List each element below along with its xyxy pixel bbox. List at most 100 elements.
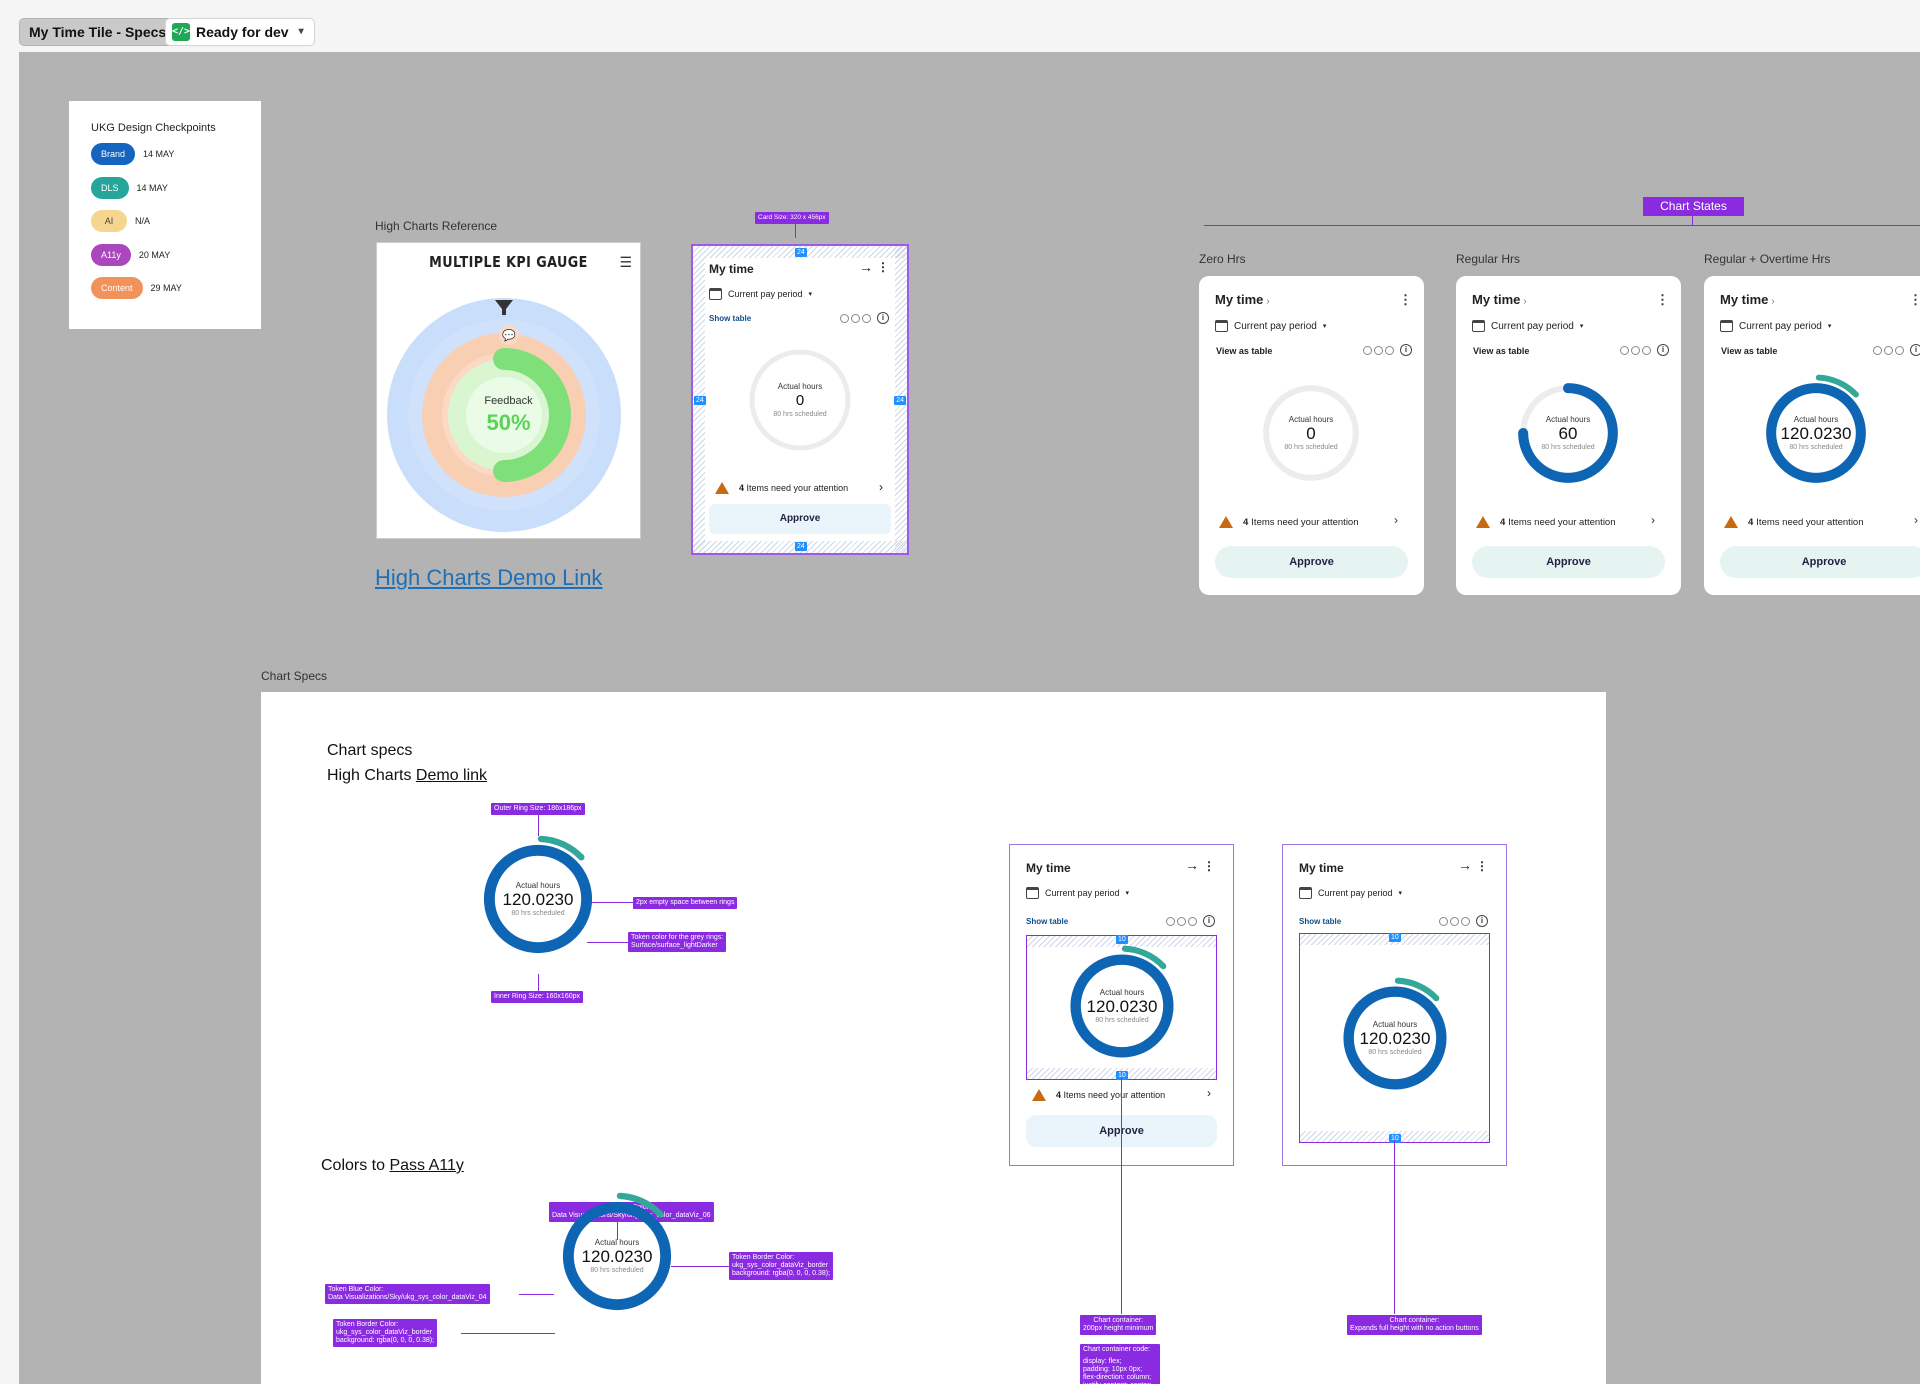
chart-states-line — [1204, 225, 1920, 226]
checkpoint-row: DLS 14 MAY — [91, 176, 261, 199]
dev-status-dropdown[interactable]: </> Ready for dev ▾ — [165, 18, 315, 46]
container-b-tag: Chart container: Expands full height with… — [1347, 1315, 1482, 1335]
outer-connector — [538, 814, 539, 836]
chevron-down-icon: ▾ — [1125, 890, 1130, 897]
arrow-right-icon[interactable]: → — [1458, 857, 1472, 873]
arrow-right-icon[interactable]: → — [1185, 857, 1199, 873]
ring-l2: 120.0230 — [502, 890, 574, 909]
kebab-icon[interactable]: ⋮ — [1476, 859, 1488, 873]
tbl-3: background: rgba(0, 0, 0, 0.38); — [336, 1337, 435, 1344]
checkpoint-date: 20 MAY — [138, 249, 171, 260]
view-as-table-link[interactable]: View as table — [1473, 346, 1529, 356]
chart-specs-panel: Chart specs High Charts Demo link Outer … — [261, 692, 1606, 1384]
tile-a-pay-period[interactable]: Current pay period ▾ — [1026, 887, 1129, 899]
pager-dots: i — [1363, 344, 1412, 356]
chevron-down-icon: ▾ — [1827, 323, 1832, 330]
attention-row[interactable]: 4 Items need your attention — [1219, 516, 1359, 528]
arrow-right-icon[interactable]: → — [859, 259, 873, 275]
view-as-table-link[interactable]: View as table — [1216, 346, 1272, 356]
chart-state-label: Regular Hrs — [1456, 252, 1521, 266]
info-icon[interactable]: i — [1203, 915, 1215, 927]
ring-l3: 80 hrs scheduled — [1541, 444, 1595, 451]
approve-button[interactable]: Approve — [1472, 546, 1665, 578]
calendar-icon — [1299, 887, 1312, 899]
kebab-icon[interactable]: ⋮ — [1909, 292, 1920, 308]
checkpoint-date: N/A — [135, 216, 151, 226]
ring-l3: 80 hrs scheduled — [1789, 444, 1843, 451]
pad-badge-left: 24 — [694, 396, 706, 405]
view-as-table-link[interactable]: View as table — [1721, 346, 1777, 356]
kebab-icon[interactable]: ⋮ — [877, 260, 889, 274]
specs-demo-heading: High Charts Demo link — [327, 767, 487, 785]
container-b-connector — [1394, 1140, 1395, 1314]
chevron-right-icon: › — [1266, 296, 1270, 307]
hc-demo-link[interactable]: High Charts Demo Link — [375, 565, 602, 591]
spec-pay-period[interactable]: Current pay period ▾ — [709, 288, 812, 300]
ring-label: Actual hours 60 80 hrs scheduled — [1509, 374, 1627, 492]
warning-icon — [1724, 516, 1738, 528]
gap-tag: 2px empty space between rings — [633, 897, 738, 909]
specs-demo-link[interactable]: Demo link — [416, 767, 487, 784]
kebab-icon[interactable]: ⋮ — [1399, 292, 1412, 308]
warning-icon — [1219, 516, 1233, 528]
checkpoints-heading: UKG Design Checkpoints — [91, 122, 216, 134]
pass-a11y-link[interactable]: Pass A11y — [389, 1157, 463, 1174]
show-table-link[interactable]: Show table — [709, 314, 751, 323]
tile-b-pay-period[interactable]: Current pay period ▾ — [1299, 887, 1402, 899]
pager-dots: i — [1166, 915, 1215, 927]
info-icon[interactable]: i — [1476, 915, 1488, 927]
tile-a-attention-row[interactable]: 4 Items need your attention — [1032, 1089, 1165, 1101]
kebab-icon[interactable]: ⋮ — [1203, 859, 1215, 873]
pay-period-dropdown[interactable]: Current pay period ▾ — [1215, 320, 1326, 332]
checkpoint-row: Content 29 MAY — [91, 277, 261, 299]
attention-count: 4 — [1500, 516, 1506, 528]
info-icon[interactable]: i — [877, 312, 889, 324]
ring-label: Actual hours 0 80 hrs scheduled — [1252, 374, 1370, 492]
pager-dots: i — [1620, 344, 1669, 356]
c1-2: 200px height minimum — [1083, 1325, 1154, 1332]
code-title: Chart container code: — [1083, 1346, 1150, 1353]
warning-icon — [1476, 516, 1490, 528]
spec-attention-row[interactable]: 4 Items need your attention — [715, 482, 848, 494]
approve-button[interactable]: Approve — [1720, 546, 1920, 578]
info-icon[interactable]: i — [1400, 344, 1412, 356]
design-canvas[interactable]: UKG Design Checkpoints Brand 14 MAY DLS 14 … — [19, 52, 1920, 1384]
tile-title[interactable]: My time › — [1472, 292, 1527, 307]
ring-l1: Actual hours — [1099, 988, 1145, 997]
tile-title-text: My time — [1720, 292, 1769, 307]
size-tag-connector — [795, 223, 796, 238]
tile-title[interactable]: My time › — [1720, 292, 1775, 307]
container-code-tag: Chart container code: display: flex; padd… — [1080, 1344, 1160, 1384]
chevron-down-icon: ▾ — [298, 26, 304, 37]
code-line: padding: 10px 0px; — [1083, 1366, 1143, 1373]
chart-state-tile: My time › ⋮ Current pay period ▾ View as t… — [1704, 276, 1920, 595]
pay-period-dropdown[interactable]: Current pay period ▾ — [1720, 320, 1831, 332]
hc-center-value: 50% — [486, 410, 531, 435]
checkpoint-date: 14 MAY — [136, 182, 168, 193]
c1-1: Chart container: — [1093, 1317, 1144, 1324]
approve-button[interactable]: Approve — [1215, 546, 1408, 578]
inner-connector — [538, 974, 539, 991]
ring-l1: Actual hours — [1288, 415, 1334, 424]
ring-l2: 120.0230 — [1359, 1029, 1431, 1048]
chevron-right-icon: › — [879, 480, 883, 494]
attention-row[interactable]: 4 Items need your attention — [1724, 516, 1864, 528]
svg-text:💬: 💬 — [502, 329, 516, 342]
ring-l1: Actual hours — [515, 881, 561, 890]
pay-period-dropdown[interactable]: Current pay period ▾ — [1472, 320, 1583, 332]
checkpoint-tag: AI — [91, 210, 127, 232]
pager-dots: i — [1439, 915, 1488, 927]
spec-approve-button[interactable]: Approve — [709, 504, 891, 534]
attention-row[interactable]: 4 Items need your attention — [1476, 516, 1616, 528]
page-title[interactable]: My Time Tile - Specs — [19, 18, 177, 46]
tile-title[interactable]: My time › — [1215, 292, 1270, 307]
kebab-icon[interactable]: ⋮ — [1656, 292, 1669, 308]
calendar-icon — [1215, 320, 1228, 332]
checkpoint-tag: A11y — [91, 243, 131, 266]
info-icon[interactable]: i — [1657, 344, 1669, 356]
ring-l2: 0 — [1306, 424, 1316, 443]
info-icon[interactable]: i — [1910, 344, 1920, 356]
show-table-link[interactable]: Show table — [1026, 917, 1068, 926]
tb-2: Data Visualizations/Sky/ukg_sys_color_da… — [328, 1294, 487, 1301]
show-table-link[interactable]: Show table — [1299, 917, 1341, 926]
